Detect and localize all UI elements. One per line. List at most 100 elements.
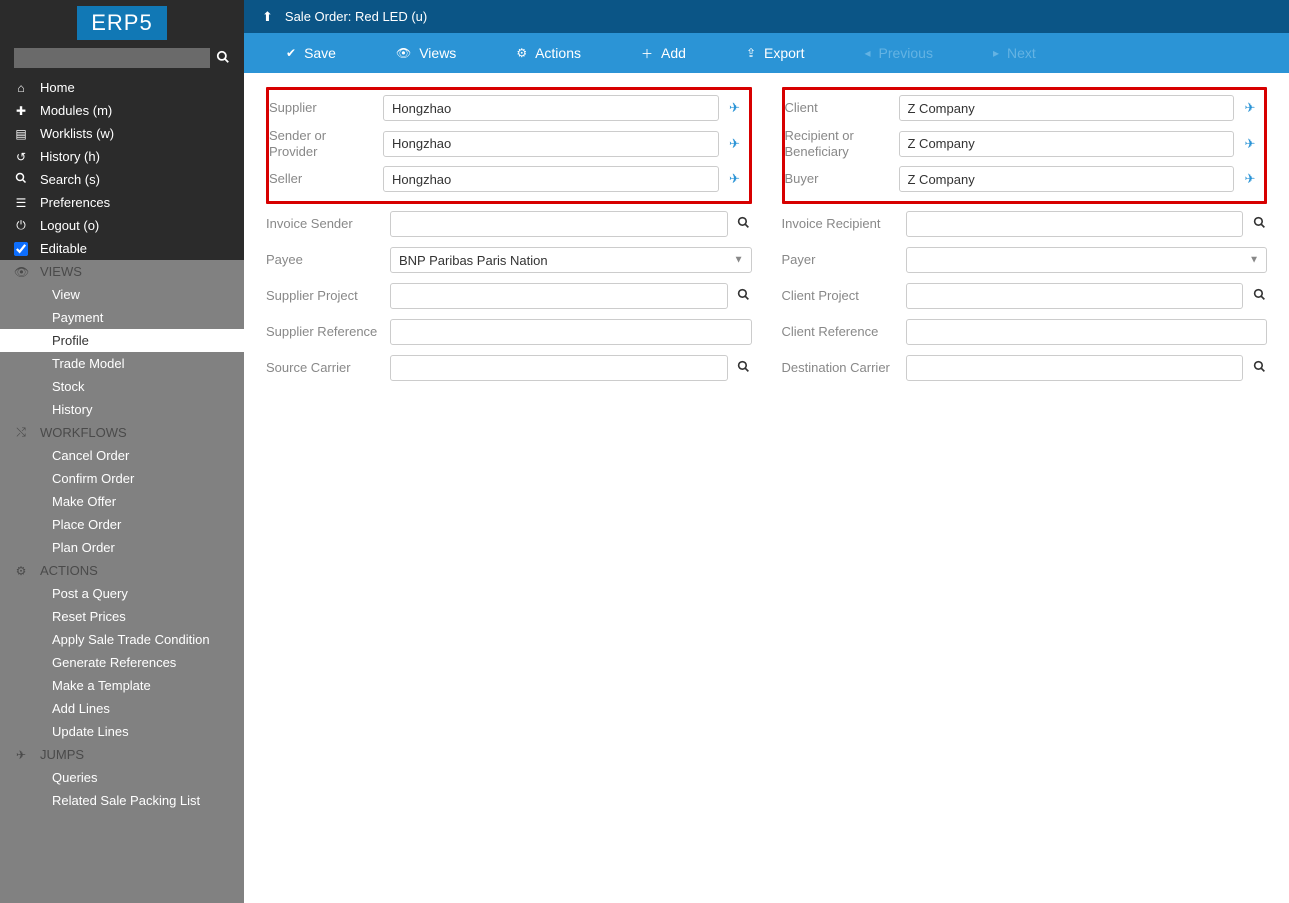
plane-icon[interactable]: ✈ bbox=[1242, 171, 1258, 187]
sidebar-view-view[interactable]: View bbox=[0, 283, 244, 306]
actions-button[interactable]: ⚙Actions bbox=[486, 33, 611, 73]
sidebar-item-worklists[interactable]: ▤Worklists (w) bbox=[0, 122, 244, 145]
history-icon: ↺ bbox=[14, 150, 28, 164]
sidebar-wf-cancel[interactable]: Cancel Order bbox=[0, 444, 244, 467]
sidebar-jump-packing[interactable]: Related Sale Packing List bbox=[0, 789, 244, 812]
search-icon[interactable] bbox=[216, 50, 230, 67]
client-input[interactable] bbox=[899, 95, 1235, 121]
sidebar-item-editable[interactable]: Editable bbox=[0, 237, 244, 260]
sidebar-item-search[interactable]: Search (s) bbox=[0, 168, 244, 191]
client-project-input[interactable] bbox=[906, 283, 1244, 309]
nav-label: History (h) bbox=[40, 149, 100, 164]
sidebar-ac-add-lines[interactable]: Add Lines bbox=[0, 697, 244, 720]
plane-icon[interactable]: ✈ bbox=[727, 100, 743, 116]
sender-input[interactable] bbox=[383, 131, 719, 157]
plane-icon[interactable]: ✈ bbox=[727, 136, 743, 152]
sidebar-ac-make-template[interactable]: Make a Template bbox=[0, 674, 244, 697]
destination-carrier-label: Destination Carrier bbox=[782, 360, 906, 376]
payee-label: Payee bbox=[266, 252, 390, 268]
sidebar: ERP5 ⌂Home ✚Modules (m) ▤Worklists (w) ↺… bbox=[0, 0, 244, 903]
supplier-reference-input[interactable] bbox=[390, 319, 752, 345]
sidebar-search-input[interactable] bbox=[14, 48, 210, 68]
export-icon: ⇪ bbox=[746, 46, 756, 60]
left-column: Supplier ✈ Sender or Provider ✈ bbox=[266, 87, 752, 889]
sidebar-item-logout[interactable]: ⏻Logout (o) bbox=[0, 214, 244, 237]
puzzle-icon: ✚ bbox=[14, 104, 28, 118]
up-arrow-icon[interactable]: ⬆ bbox=[262, 9, 273, 25]
invoice-recipient-input[interactable] bbox=[906, 211, 1244, 237]
export-button[interactable]: ⇪Export bbox=[716, 33, 835, 73]
sidebar-view-stock[interactable]: Stock bbox=[0, 375, 244, 398]
plane-icon[interactable]: ✈ bbox=[727, 171, 743, 187]
sidebar-wf-plan[interactable]: Plan Order bbox=[0, 536, 244, 559]
sender-label: Sender or Provider bbox=[269, 128, 383, 159]
source-carrier-label: Source Carrier bbox=[266, 360, 390, 376]
search-icon[interactable] bbox=[1251, 216, 1267, 232]
invoice-sender-input[interactable] bbox=[390, 211, 728, 237]
supplier-reference-label: Supplier Reference bbox=[266, 324, 390, 340]
sidebar-item-home[interactable]: ⌂Home bbox=[0, 76, 244, 99]
payer-label: Payer bbox=[782, 252, 906, 268]
supplier-input[interactable] bbox=[383, 95, 719, 121]
payer-select[interactable] bbox=[906, 247, 1268, 273]
sliders-icon: ☰ bbox=[14, 196, 28, 210]
sidebar-jump-queries[interactable]: Queries bbox=[0, 766, 244, 789]
sidebar-ac-generate-ref[interactable]: Generate References bbox=[0, 651, 244, 674]
source-carrier-input[interactable] bbox=[390, 355, 728, 381]
sidebar-ac-reset-prices[interactable]: Reset Prices bbox=[0, 605, 244, 628]
sidebar-item-history[interactable]: ↺ History (h) bbox=[0, 145, 244, 168]
breadcrumb-bar: ⬆ Sale Order: Red LED (u) bbox=[244, 0, 1289, 33]
search-icon[interactable] bbox=[736, 360, 752, 376]
sidebar-view-profile[interactable]: Profile bbox=[0, 329, 244, 352]
payee-select[interactable] bbox=[390, 247, 752, 273]
sidebar-ac-post-query[interactable]: Post a Query bbox=[0, 582, 244, 605]
previous-button: ◂Previous bbox=[834, 33, 963, 73]
shuffle-icon: ⤭ bbox=[14, 425, 28, 440]
sidebar-ac-update-lines[interactable]: Update Lines bbox=[0, 720, 244, 743]
supplier-label: Supplier bbox=[269, 100, 383, 116]
recipient-label: Recipient or Beneficiary bbox=[785, 128, 899, 159]
supplier-project-label: Supplier Project bbox=[266, 288, 390, 304]
search-icon[interactable] bbox=[1251, 360, 1267, 376]
cogs-icon: ⚙ bbox=[14, 564, 28, 578]
sidebar-wf-place[interactable]: Place Order bbox=[0, 513, 244, 536]
sidebar-item-modules[interactable]: ✚Modules (m) bbox=[0, 99, 244, 122]
search-icon bbox=[14, 172, 28, 187]
caret-left-icon: ◂ bbox=[864, 46, 870, 60]
sidebar-view-trade-model[interactable]: Trade Model bbox=[0, 352, 244, 375]
supplier-project-input[interactable] bbox=[390, 283, 728, 309]
search-icon[interactable] bbox=[1251, 288, 1267, 304]
sidebar-wf-confirm[interactable]: Confirm Order bbox=[0, 467, 244, 490]
buyer-input[interactable] bbox=[899, 166, 1235, 192]
views-button[interactable]: 👁Views bbox=[366, 33, 486, 73]
client-reference-input[interactable] bbox=[906, 319, 1268, 345]
plane-icon[interactable]: ✈ bbox=[1242, 136, 1258, 152]
sidebar-item-preferences[interactable]: ☰ Preferences bbox=[0, 191, 244, 214]
caret-right-icon: ▸ bbox=[993, 46, 999, 60]
supplier-highlight-box: Supplier ✈ Sender or Provider ✈ bbox=[266, 87, 752, 204]
search-icon[interactable] bbox=[736, 288, 752, 304]
sidebar-view-payment[interactable]: Payment bbox=[0, 306, 244, 329]
recipient-input[interactable] bbox=[899, 131, 1235, 157]
eye-icon: 👁 bbox=[14, 265, 28, 279]
nav-label: Editable bbox=[40, 241, 87, 256]
add-button[interactable]: ＋Add bbox=[611, 33, 716, 73]
eye-icon: 👁 bbox=[396, 46, 411, 60]
destination-carrier-input[interactable] bbox=[906, 355, 1244, 381]
home-icon: ⌂ bbox=[14, 81, 28, 95]
seller-label: Seller bbox=[269, 171, 383, 187]
invoice-recipient-label: Invoice Recipient bbox=[782, 216, 906, 232]
seller-input[interactable] bbox=[383, 166, 719, 192]
plane-icon[interactable]: ✈ bbox=[1242, 100, 1258, 116]
form-content: Supplier ✈ Sender or Provider ✈ bbox=[244, 73, 1289, 903]
search-icon[interactable] bbox=[736, 216, 752, 232]
nav-label: Preferences bbox=[40, 195, 110, 210]
sidebar-wf-make-offer[interactable]: Make Offer bbox=[0, 490, 244, 513]
sidebar-ac-apply-trade[interactable]: Apply Sale Trade Condition bbox=[0, 628, 244, 651]
main: ⬆ Sale Order: Red LED (u) ✔Save 👁Views ⚙… bbox=[244, 0, 1289, 903]
editable-checkbox[interactable] bbox=[14, 242, 28, 256]
invoice-sender-label: Invoice Sender bbox=[266, 216, 390, 232]
save-button[interactable]: ✔Save bbox=[256, 33, 366, 73]
plus-icon: ＋ bbox=[641, 45, 653, 62]
sidebar-view-history[interactable]: History bbox=[0, 398, 244, 421]
